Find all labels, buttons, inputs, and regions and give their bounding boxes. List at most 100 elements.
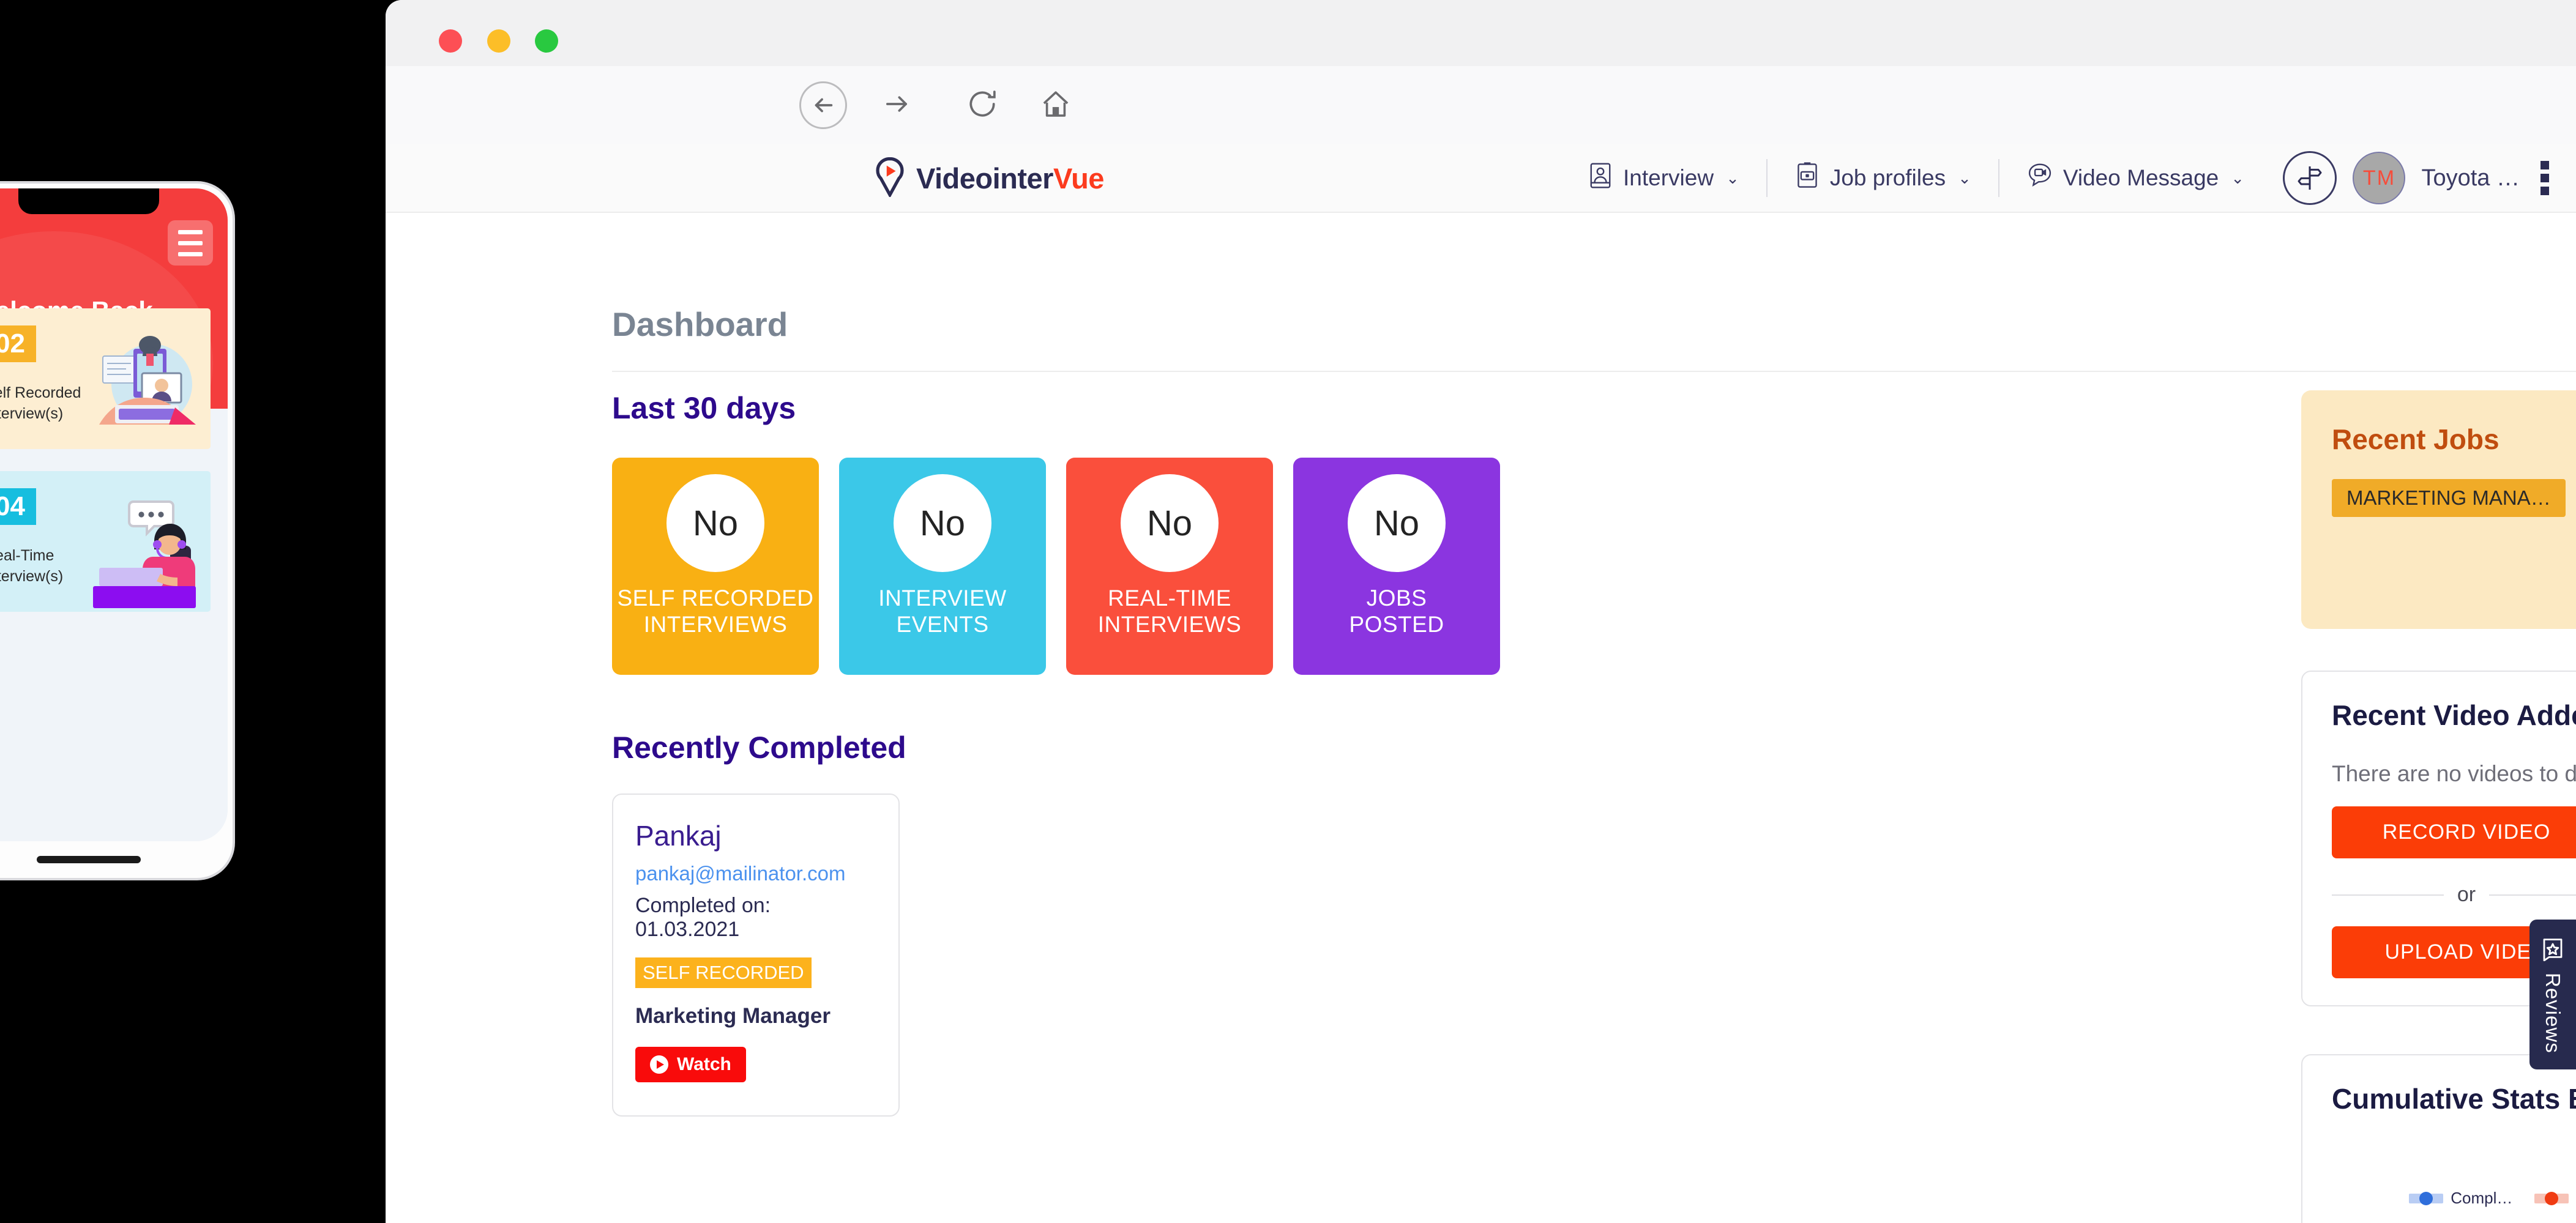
cumulative-stats-card: Cumulative Stats By Month Compl… Accep… … (2301, 1054, 2576, 1223)
stat-value: No (1121, 474, 1219, 572)
nav-item-job-profiles[interactable]: Job profiles ⌄ (1768, 159, 1999, 197)
avatar[interactable]: TM (2353, 152, 2406, 204)
main-nav: Interview ⌄ Job profiles ⌄ Video Message… (1561, 144, 2271, 212)
phone-hamburger-menu-icon[interactable] (168, 220, 213, 266)
nav-item-interview[interactable]: Interview ⌄ (1561, 159, 1768, 197)
right-sidebar: Recent Jobs MARKETING MANA… $ ⚙ ✎ (2301, 390, 2576, 1223)
legend-swatch-accepted (2534, 1193, 2569, 1203)
stat-tile-real-time-interviews[interactable]: No REAL-TIME INTERVIEWS (1066, 458, 1273, 675)
stat-tiles: No SELF RECORDED INTERVIEWS No INTERVIEW E… (612, 458, 2142, 675)
reload-icon (965, 87, 999, 124)
stat-label: REAL-TIME INTERVIEWS (1097, 585, 1242, 637)
stat-label: INTERVIEW EVENTS (878, 585, 1007, 637)
window-minimize-button[interactable] (487, 29, 510, 53)
nav-item-label: Job profiles (1829, 165, 1946, 190)
reviews-tab[interactable]: Reviews (2529, 920, 2576, 1069)
phone-mockup: Welcome Back 00 Interview(s) Pending 02 … (0, 184, 233, 878)
phone-card-label: Self RecordedInterview(s) (0, 384, 81, 422)
signpost-icon[interactable] (2283, 151, 2337, 205)
recent-jobs-card: Recent Jobs MARKETING MANA… $ ⚙ ✎ (2301, 390, 2576, 629)
or-label: or (2457, 883, 2476, 906)
self-recorded-illustration (88, 333, 204, 449)
briefcase-icon (1794, 162, 1820, 195)
legend-swatch-completed (2409, 1193, 2444, 1203)
phone-card-real-time[interactable]: 04 Real-TimeInterview(s) (0, 471, 211, 612)
phone-card-self-recorded[interactable]: 02 Self RecordedInterview(s) (0, 308, 211, 449)
watch-button-label: Watch (677, 1054, 731, 1074)
page-body: Dashboard Last 30 days No SELF RECORDED I… (386, 213, 2576, 1223)
recent-video-title: Recent Video Added (2332, 699, 2576, 731)
navbar-right-cluster: TM Toyota … (2283, 151, 2554, 205)
browser-window: Search (386, 0, 2576, 1223)
forward-button[interactable] (869, 66, 924, 144)
window-close-button[interactable] (439, 29, 462, 53)
back-arrow-icon (799, 81, 847, 129)
title-divider (612, 371, 2576, 372)
divider-line-right (2489, 894, 2576, 896)
legend-item-completed[interactable]: Compl… (2409, 1189, 2512, 1208)
recent-jobs-title: Recent Jobs (2332, 423, 2499, 455)
brand-logo[interactable]: VideointerVue (872, 157, 1104, 200)
stat-value: No (894, 474, 991, 572)
stat-tile-interview-events[interactable]: No INTERVIEW EVENTS (839, 458, 1046, 675)
video-message-icon (2026, 162, 2053, 195)
phone-card-label: Real-TimeInterview(s) (0, 547, 64, 585)
phone-cards: 02 Self RecordedInterview(s) (0, 308, 228, 612)
window-maximize-button[interactable] (535, 29, 558, 53)
page-title: Dashboard (612, 305, 788, 343)
videointervue-pin-icon (872, 157, 908, 200)
nav-item-label: Interview (1623, 165, 1714, 190)
review-badge-icon (2540, 935, 2566, 964)
record-video-button[interactable]: RECORD VIDEO (2332, 806, 2576, 858)
chevron-down-icon: ⌄ (1726, 168, 1739, 187)
nav-item-video-message[interactable]: Video Message ⌄ (1999, 159, 2271, 197)
cumulative-stats-title: Cumulative Stats By Month (2332, 1083, 2576, 1115)
legend-label: Compl… (2451, 1189, 2513, 1207)
job-role: Marketing Manager (635, 1004, 831, 1028)
home-icon (1039, 87, 1072, 124)
phone-card-count: 04 (0, 488, 36, 525)
org-name[interactable]: Toyota … (2421, 165, 2520, 191)
forward-arrow-icon (881, 88, 913, 123)
phone-screen: Welcome Back 00 Interview(s) Pending 02 … (0, 188, 228, 841)
divider-line-left (2332, 894, 2444, 896)
brand-name: VideointerVue (916, 162, 1104, 195)
stat-tile-jobs-posted[interactable]: No JOBS POSTED (1293, 458, 1500, 675)
job-chip[interactable]: MARKETING MANA… (2332, 479, 2566, 517)
interview-icon (1588, 162, 1613, 195)
real-time-illustration (88, 496, 204, 612)
phone-card-count: 02 (0, 325, 36, 362)
candidate-name: Pankaj (635, 820, 722, 852)
stat-label: SELF RECORDED INTERVIEWS (617, 585, 814, 637)
vertical-dots-icon[interactable] (2536, 161, 2554, 195)
app-navbar: VideointerVue Interview ⌄ Job profiles ⌄… (386, 144, 2576, 213)
chevron-down-icon: ⌄ (1958, 168, 1971, 187)
phone-notch (18, 188, 159, 214)
phone-home-indicator (37, 856, 141, 863)
stat-value: No (666, 474, 764, 572)
stat-label: JOBS POSTED (1349, 585, 1444, 637)
or-divider: or (2332, 883, 2576, 907)
empty-state-text: There are no videos to display. (2332, 761, 2576, 786)
section-heading-recently-completed: Recently Completed (612, 730, 906, 765)
watch-button[interactable]: Watch (635, 1047, 746, 1082)
home-button[interactable] (1028, 66, 1083, 144)
chevron-down-icon: ⌄ (2231, 168, 2245, 187)
completed-interview-card[interactable]: Pankaj pankaj@mailinator.com Completed o… (612, 794, 900, 1117)
browser-title-bar (386, 0, 2576, 66)
main-column: Last 30 days No SELF RECORDED INTERVIEWS … (612, 390, 2142, 1117)
back-button[interactable] (790, 66, 857, 144)
browser-toolbar: Search (386, 66, 2576, 233)
completed-on-text: Completed on: 01.03.2021 (635, 894, 771, 941)
reviews-tab-label: Reviews (2542, 973, 2564, 1054)
candidate-email[interactable]: pankaj@mailinator.com (635, 862, 876, 885)
nav-item-label: Video Message (2063, 165, 2219, 190)
stat-tile-self-recorded-interviews[interactable]: No SELF RECORDED INTERVIEWS (612, 458, 819, 675)
chart-legend: Compl… Accep… 1/2 (2332, 1189, 2576, 1208)
play-circle-icon (650, 1055, 668, 1074)
stat-value: No (1348, 474, 1446, 572)
legend-item-accepted[interactable]: Accep… (2534, 1189, 2576, 1208)
reload-button[interactable] (955, 66, 1010, 144)
status-badge: SELF RECORDED (635, 957, 812, 988)
section-heading-last-30-days: Last 30 days (612, 391, 796, 425)
